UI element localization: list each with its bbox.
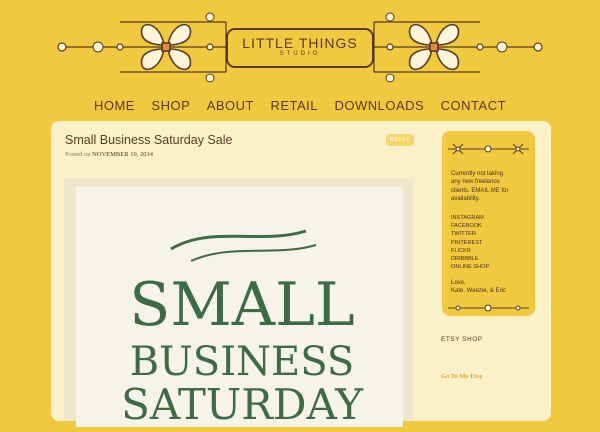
social-links: INSTAGRAM FACEBOOK TWITTER PINTEREST FLI…	[451, 214, 489, 271]
signoff-line: Love,	[451, 280, 466, 286]
sidebar-ornament	[448, 143, 529, 155]
etsy-shop-title: ETSY SHOP	[441, 336, 483, 343]
link-instagram[interactable]: INSTAGRAM	[451, 214, 489, 222]
link-facebook[interactable]: FACEBOOK	[451, 222, 489, 230]
main-nav: HOME SHOP ABOUT RETAIL DOWNLOADS CONTACT	[0, 97, 600, 115]
nav-contact[interactable]: CONTACT	[441, 98, 506, 113]
nav-shop[interactable]: SHOP	[151, 98, 190, 113]
lettering-saturday: SATURDAY	[121, 380, 364, 427]
post-image[interactable]: SMALL BUSINESS SATURDAY	[64, 179, 413, 429]
content-area: Small Business Saturday Sale Posted on N…	[51, 121, 551, 429]
sidebar-intro-line: clients. EMAIL ME for	[451, 187, 509, 194]
post-title[interactable]: Small Business Saturday Sale	[65, 133, 232, 147]
nav-home[interactable]: HOME	[94, 98, 135, 113]
etsy-shop-link[interactable]: Go To My Etsy	[441, 373, 483, 380]
sidebar-intro-line: availability.	[451, 195, 480, 202]
nav-downloads[interactable]: DOWNLOADS	[334, 98, 424, 113]
sidebar-intro-line: any new freelance	[451, 179, 500, 186]
site-logo[interactable]: LITTLE THINGS STUDIO	[226, 28, 374, 68]
link-online-shop[interactable]: ONLINE SHOP	[451, 263, 489, 271]
sidebar-intro: Currently not taking any new freelance c…	[451, 170, 508, 203]
sidebar-intro-line: Currently not taking	[451, 171, 504, 177]
sidebar-info-box: Currently not taking any new freelance c…	[442, 131, 535, 316]
lettering-business: BUSINESS	[130, 339, 355, 385]
link-twitter[interactable]: TWITTER	[451, 230, 489, 238]
post-meta-prefix: Posted on	[65, 151, 91, 158]
reply-button[interactable]: REPLY	[386, 134, 414, 146]
post-meta: Posted on NOVEMBER 19, 2014	[65, 151, 153, 158]
post-date[interactable]: NOVEMBER 19, 2014	[92, 151, 153, 158]
link-flickr[interactable]: FLICKR	[451, 247, 489, 255]
lettering-small: SMALL	[129, 270, 355, 340]
sidebar-signoff: Love, Kate, Weezie, & Eric	[451, 279, 506, 296]
lettering-art: SMALL BUSINESS SATURDAY	[121, 229, 364, 429]
sidebar-ornament-bottom	[448, 304, 529, 312]
logo-title: LITTLE THINGS	[242, 35, 358, 51]
nav-retail[interactable]: RETAIL	[270, 98, 318, 113]
signoff-line: Kate, Weezie, & Eric	[451, 288, 506, 295]
post-image-canvas: SMALL BUSINESS SATURDAY	[76, 187, 403, 429]
link-dribbble[interactable]: DRIBBBLE	[451, 255, 489, 263]
nav-about[interactable]: ABOUT	[207, 98, 254, 113]
link-pinterest[interactable]: PINTEREST	[451, 239, 489, 247]
logo-subtitle: STUDIO	[279, 51, 321, 57]
